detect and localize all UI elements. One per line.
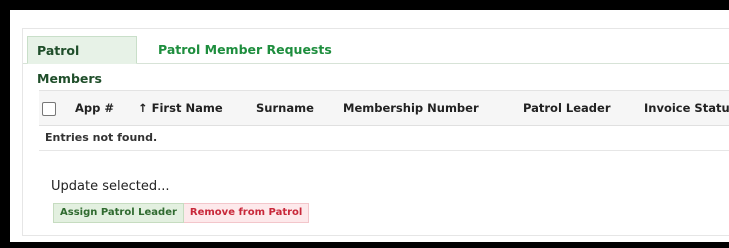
column-patrol-leader[interactable]: Patrol Leader [523,91,611,125]
tab-bar: Patrol Members Patrol Member Requests [23,29,729,86]
tab-patrol-member-requests[interactable]: Patrol Member Requests [149,37,341,63]
empty-table-message: Entries not found. [39,126,729,151]
remove-from-patrol-button[interactable]: Remove from Patrol [183,203,310,223]
column-first-name[interactable]: ↑ First Name [138,91,223,125]
update-selected-title: Update selected... [51,179,170,194]
assign-patrol-leader-button[interactable]: Assign Patrol Leader [53,203,184,223]
patrol-card: Patrol Members Patrol Member Requests Ap… [22,28,729,236]
tab-patrol-members[interactable]: Patrol Members [27,36,137,86]
page-panel: Patrol Members Patrol Member Requests Ap… [10,10,729,242]
bulk-action-group: Assign Patrol Leader Remove from Patrol [53,203,310,223]
column-surname[interactable]: Surname [256,91,314,125]
table-header: App # ↑ First Name Surname Membership Nu… [39,91,729,126]
members-table: App # ↑ First Name Surname Membership Nu… [39,90,729,151]
column-invoice-status[interactable]: Invoice Status [644,91,729,125]
column-app-number[interactable]: App # [75,91,114,125]
select-all-checkbox[interactable] [42,102,56,116]
column-membership-number[interactable]: Membership Number [343,91,479,125]
